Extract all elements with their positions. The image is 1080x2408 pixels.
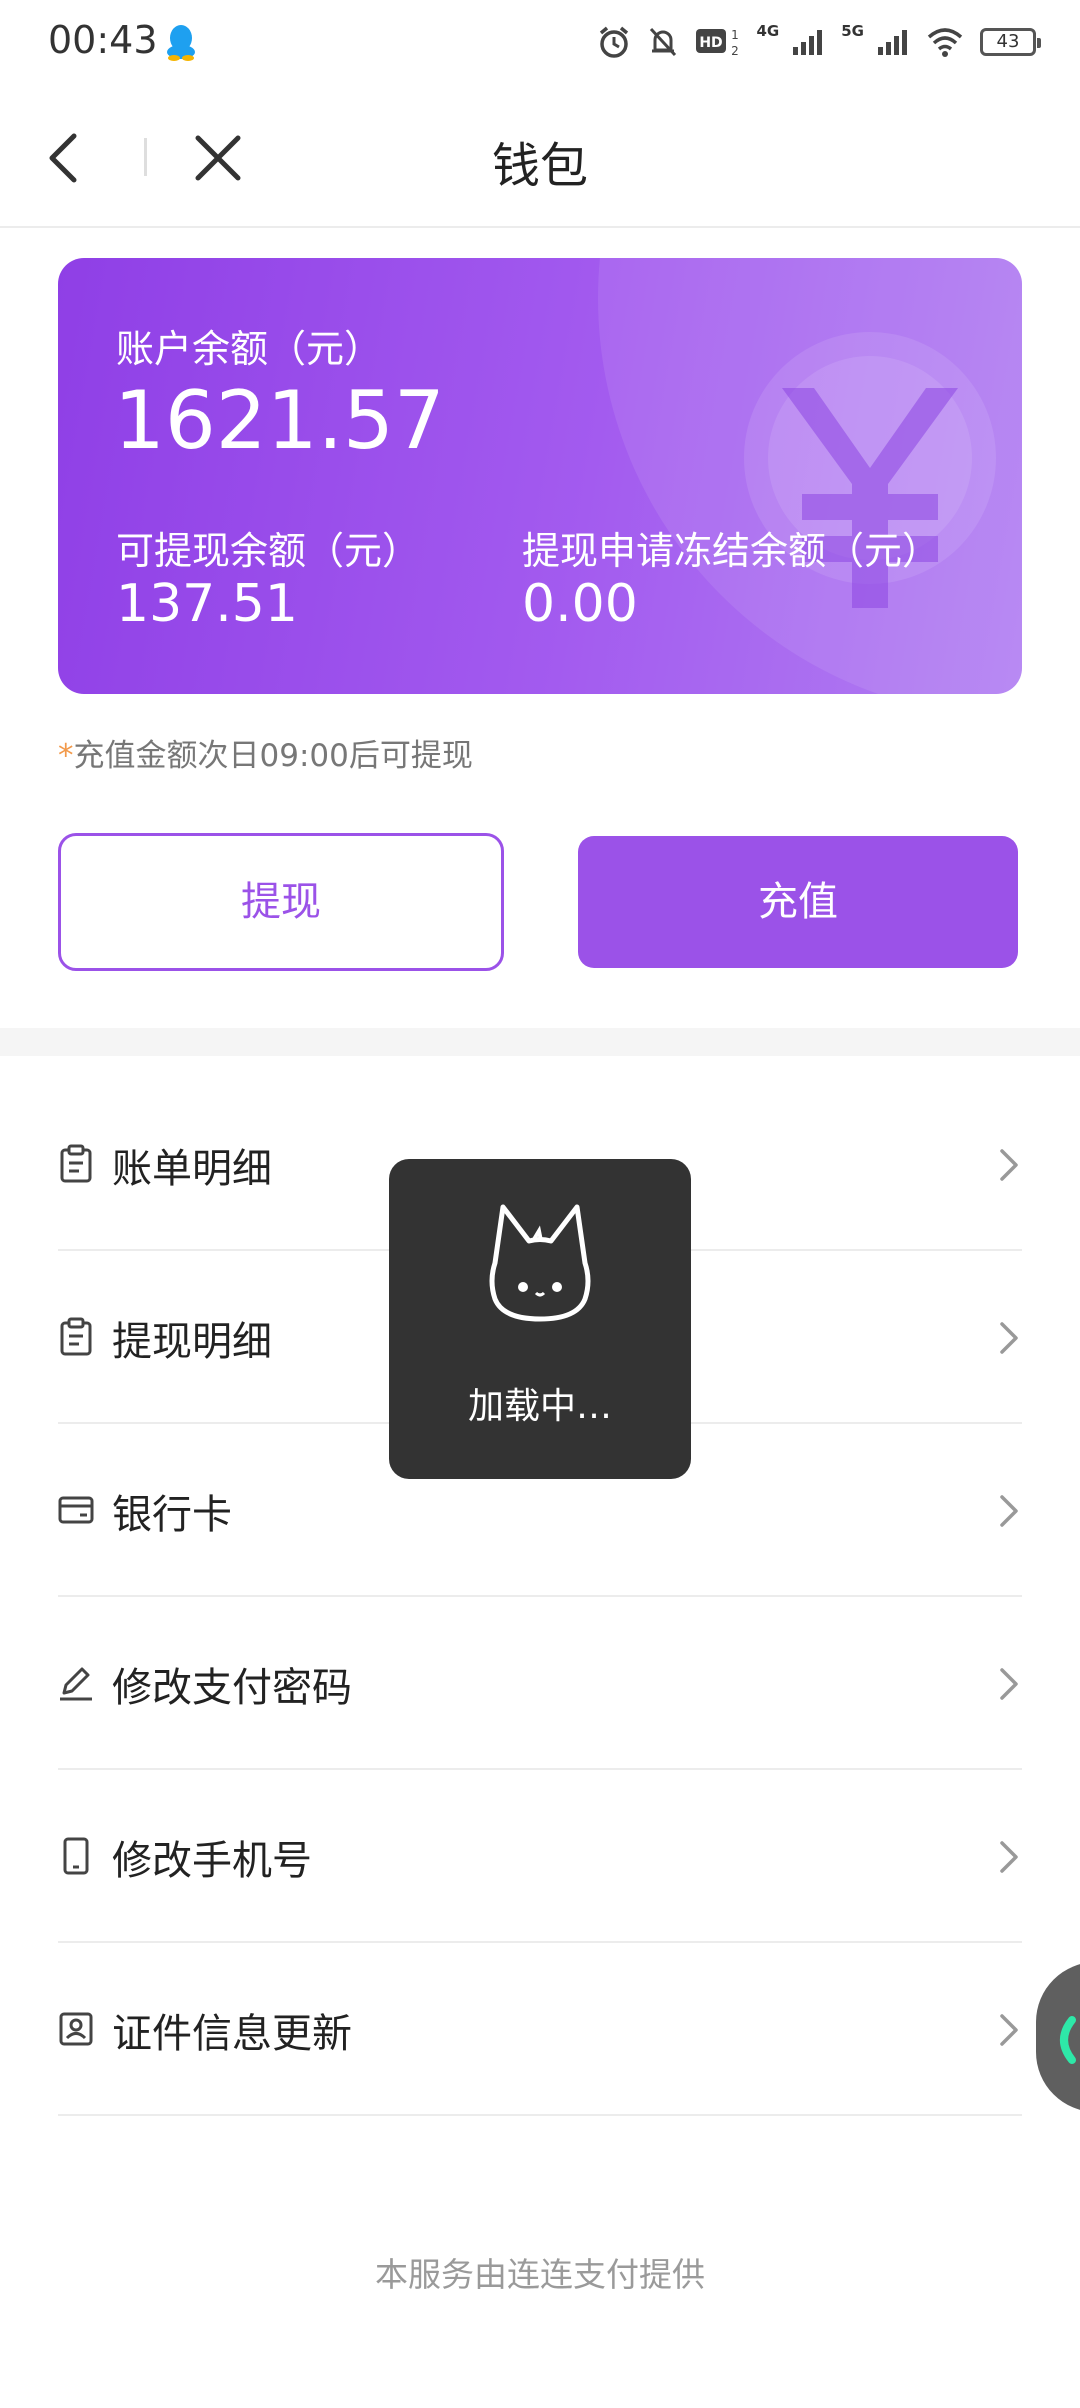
mute-icon xyxy=(649,27,676,57)
app-header: 钱包 xyxy=(0,86,1080,228)
withdraw-button[interactable]: 提现 xyxy=(58,833,504,971)
chevron-right-icon xyxy=(1000,1322,1018,1354)
chevron-right-icon xyxy=(1000,1841,1018,1873)
balance-card: 账户余额（元） 1621.57 可提现余额（元） 137.51 提现申请冻结余额… xyxy=(58,258,1022,694)
withdrawable-value: 137.51 xyxy=(116,574,298,634)
signal-4g-icon xyxy=(793,30,823,55)
status-time: 00:43 xyxy=(48,18,158,62)
chevron-right-icon xyxy=(1000,1149,1018,1181)
pen-icon xyxy=(60,1667,92,1701)
menu-item-label: 修改手机号 xyxy=(112,1838,312,1884)
battery-icon: 43 xyxy=(980,28,1041,56)
notice-text: 充值金额次日09:00后可提现 xyxy=(73,738,473,774)
status-icons: HD 1 2 4G 5G 43 xyxy=(597,22,1041,62)
chevron-right-icon xyxy=(1000,1495,1018,1527)
menu-item-label: 提现明细 xyxy=(112,1319,272,1365)
status-bar: 00:43 HD 1 2 4G 5G 43 xyxy=(0,0,1080,86)
floating-assistant-button[interactable] xyxy=(1036,1962,1080,2112)
menu-item-label: 证件信息更新 xyxy=(112,2011,352,2057)
svg-text:1: 1 xyxy=(731,28,739,42)
balance-value: 1621.57 xyxy=(114,374,445,467)
loading-text: 加载中… xyxy=(467,1386,612,1427)
card-icon xyxy=(58,1496,94,1524)
clipboard-icon xyxy=(60,1144,92,1183)
phone-icon xyxy=(63,1837,89,1875)
network-2-label: 5G xyxy=(841,22,864,40)
assistant-icon xyxy=(1060,2016,1076,2064)
wallet-page: { "status_bar": { "time": "00:43", "batt… xyxy=(0,0,1080,2408)
recharge-button[interactable]: 充值 xyxy=(578,836,1018,968)
balance-label: 账户余额（元） xyxy=(116,327,383,371)
svg-text:2: 2 xyxy=(731,44,739,58)
hd-icon: HD 1 2 xyxy=(695,28,739,58)
qq-icon xyxy=(167,25,195,61)
alarm-icon xyxy=(599,26,628,58)
frozen-value: 0.00 xyxy=(522,574,638,634)
wifi-icon xyxy=(927,28,963,57)
id-card-icon xyxy=(59,2012,93,2046)
loading-toast: 加载中… xyxy=(389,1159,691,1479)
withdrawable-label: 可提现余额（元） xyxy=(116,529,421,573)
menu-item-label: 账单明细 xyxy=(112,1146,272,1192)
network-1-label: 4G xyxy=(756,22,780,40)
frozen-label: 提现申请冻结余额（元） xyxy=(522,529,941,573)
chevron-right-icon xyxy=(1000,1668,1018,1700)
rabbit-mascot-icon xyxy=(489,1204,591,1322)
menu-item-change-pay-password[interactable]: 修改支付密码 xyxy=(58,1597,1022,1770)
menu-item-label: 银行卡 xyxy=(112,1492,232,1538)
svg-text:HD: HD xyxy=(699,35,722,51)
notice-star: * xyxy=(58,738,74,774)
signal-5g-icon xyxy=(878,30,907,55)
menu-item-id-update[interactable]: 证件信息更新 xyxy=(58,1943,1022,2116)
footer-provider-text: 本服务由连连支付提供 xyxy=(375,2255,705,2294)
menu-item-label: 修改支付密码 xyxy=(112,1665,352,1711)
menu-item-change-phone[interactable]: 修改手机号 xyxy=(58,1770,1022,1943)
recharge-notice: *充值金额次日09:00后可提现 xyxy=(58,730,473,775)
page-title: 钱包 xyxy=(491,138,588,194)
section-divider xyxy=(0,1028,1080,1056)
chevron-right-icon xyxy=(1000,2014,1018,2046)
clipboard-icon xyxy=(60,1317,92,1356)
